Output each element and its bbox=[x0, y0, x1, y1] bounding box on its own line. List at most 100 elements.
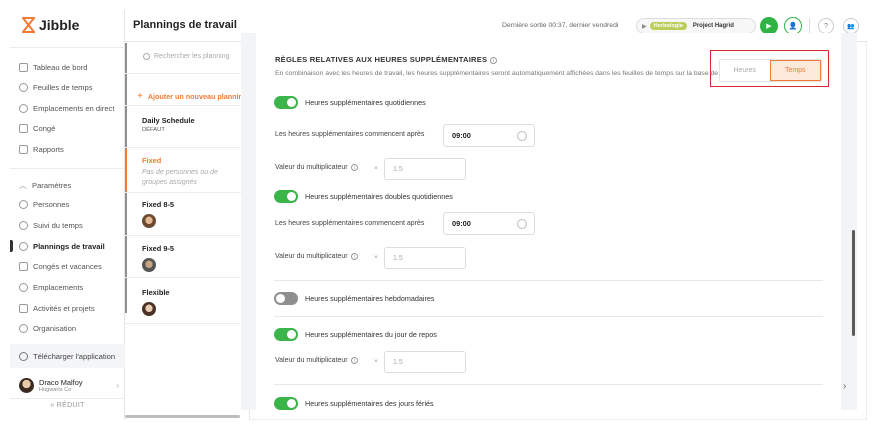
collapse-sidebar-button[interactable]: « RÉDUIT bbox=[10, 402, 125, 409]
people-icon: 👥 bbox=[847, 23, 855, 30]
avatar bbox=[142, 214, 156, 228]
daily-overtime-toggle[interactable] bbox=[274, 96, 298, 109]
download-app-button[interactable]: Télécharger l'application bbox=[10, 344, 125, 368]
info-icon[interactable]: i bbox=[350, 357, 358, 364]
overtime-mode-toggle: Heures Temps bbox=[719, 59, 822, 82]
jibble-logo-icon bbox=[22, 17, 35, 33]
public-holiday-overtime-toggle[interactable] bbox=[274, 397, 298, 410]
search-input[interactable]: Rechercher les planning bbox=[143, 53, 230, 60]
rule-daily-overtime: Heures supplémentaires quotidiennes bbox=[274, 96, 426, 109]
sidebar: Jibble Tableau de bord Feuilles de temps… bbox=[10, 10, 125, 420]
sidebar-item-people[interactable]: Personnes bbox=[19, 200, 69, 209]
location-pin-icon bbox=[19, 283, 28, 292]
schedule-item-fixed-9-5[interactable]: Fixed 9-5 bbox=[125, 244, 250, 272]
start-after-label: Les heures supplémentaires commencent ap… bbox=[275, 220, 425, 227]
play-small-icon: ▶ bbox=[642, 23, 647, 30]
user-name: Draco Malfoy bbox=[39, 377, 83, 387]
briefcase-icon bbox=[19, 124, 28, 133]
sidebar-item-live-locations[interactable]: Emplacements en direct bbox=[19, 104, 114, 113]
info-icon[interactable]: i bbox=[490, 57, 498, 64]
download-icon bbox=[19, 351, 28, 361]
schedule-list: Rechercher les planning + Ajouter un nou… bbox=[125, 43, 250, 420]
tag-icon bbox=[19, 304, 28, 313]
weekly-overtime-toggle[interactable] bbox=[274, 292, 298, 305]
last-out-status: Dernière sortie 00:37, dernier vendredi bbox=[502, 22, 619, 29]
divider bbox=[274, 384, 823, 385]
header-divider bbox=[809, 18, 810, 34]
sidebar-item-holidays[interactable]: Congés et vacances bbox=[19, 262, 102, 271]
clock-icon bbox=[517, 219, 527, 229]
horizontal-scrollbar[interactable] bbox=[125, 415, 240, 418]
multiplier-label: Valeur du multiplicateur i bbox=[275, 357, 358, 364]
sidebar-item-leave[interactable]: Congé bbox=[19, 124, 55, 133]
double-daily-start-time-input[interactable]: 09:00 bbox=[443, 212, 535, 235]
project-tag: Project Hagrid bbox=[692, 23, 734, 29]
sidebar-item-work-schedules[interactable]: Plannings de travail bbox=[19, 242, 105, 251]
schedule-item-daily[interactable]: Daily Schedule DÉFAUT bbox=[125, 116, 250, 133]
clock-icon bbox=[517, 131, 527, 141]
plus-icon: + bbox=[137, 91, 143, 102]
daily-start-time-input[interactable]: 09:00 bbox=[443, 124, 535, 147]
multiply-sign: × bbox=[374, 358, 378, 365]
avatar bbox=[142, 302, 156, 316]
stopwatch-icon bbox=[19, 221, 28, 230]
activity-tag: Herbologie bbox=[649, 22, 687, 30]
location-pin-icon bbox=[19, 104, 28, 113]
logo[interactable]: Jibble bbox=[22, 17, 79, 33]
schedule-item-fixed[interactable]: Fixed Pas de personnes ou de groupes ass… bbox=[125, 149, 250, 191]
main-scrollbar[interactable] bbox=[852, 230, 855, 336]
sidebar-item-settings[interactable]: ︿ Paramètres bbox=[19, 180, 71, 191]
double-daily-overtime-toggle[interactable] bbox=[274, 190, 298, 203]
rule-double-daily-overtime: Heures supplémentaires doubles quotidien… bbox=[274, 190, 453, 203]
timer-pill[interactable]: ▶ Herbologie Project Hagrid bbox=[636, 18, 756, 34]
section-description: En combinaison avec les heures de travai… bbox=[275, 70, 753, 77]
add-schedule-button[interactable]: + Ajouter un nouveau planning bbox=[137, 91, 247, 102]
divider bbox=[274, 316, 823, 317]
active-indicator bbox=[10, 240, 13, 252]
double-daily-multiplier-input[interactable]: 1.5 bbox=[384, 247, 466, 269]
multiplier-label: Valeur du multiplicateur i bbox=[275, 253, 358, 260]
info-icon[interactable]: i bbox=[350, 164, 358, 171]
user-icon: 👤 bbox=[788, 23, 798, 30]
rest-day-multiplier-input[interactable]: 1.5 bbox=[384, 351, 466, 373]
sidebar-item-locations[interactable]: Emplacements bbox=[19, 283, 83, 292]
user-menu[interactable]: Draco Malfoy Hogwarts Co › bbox=[19, 374, 119, 396]
clock-icon bbox=[19, 83, 28, 92]
rule-public-holiday-overtime: Heures supplémentaires des jours fériés bbox=[274, 397, 434, 410]
sidebar-item-timesheets[interactable]: Feuilles de temps bbox=[19, 83, 93, 92]
avatar bbox=[142, 258, 156, 272]
team-button[interactable]: 👥 bbox=[843, 18, 859, 34]
chevron-up-icon: ︿ bbox=[19, 181, 27, 190]
mode-option-time[interactable]: Temps bbox=[769, 60, 821, 81]
sun-icon bbox=[19, 242, 28, 251]
daily-multiplier-input[interactable]: 1.5 bbox=[384, 158, 466, 180]
question-icon: ? bbox=[824, 22, 828, 30]
rule-weekly-overtime: Heures supplémentaires hebdomadaires bbox=[274, 292, 434, 305]
info-icon[interactable]: i bbox=[350, 253, 358, 260]
dashboard-icon bbox=[19, 63, 28, 72]
people-icon bbox=[19, 200, 28, 209]
multiplier-label: Valeur du multiplicateur i bbox=[275, 164, 358, 171]
sidebar-item-organisation[interactable]: Organisation bbox=[19, 324, 76, 333]
chevron-right-icon: › bbox=[116, 380, 119, 390]
sidebar-item-dashboard[interactable]: Tableau de bord bbox=[19, 63, 87, 72]
start-after-label: Les heures supplémentaires commencent ap… bbox=[275, 131, 425, 138]
rule-rest-day-overtime: Heures supplémentaires du jour de repos bbox=[274, 328, 437, 341]
schedule-item-fixed-8-5[interactable]: Fixed 8-5 bbox=[125, 200, 250, 228]
multiply-sign: × bbox=[374, 165, 378, 172]
divider bbox=[274, 280, 823, 281]
sidebar-item-activities-projects[interactable]: Activités et projets bbox=[19, 304, 95, 313]
calendar-icon bbox=[19, 262, 28, 271]
user-org: Hogwarts Co bbox=[39, 386, 72, 393]
sidebar-item-time-tracking[interactable]: Suivi du temps bbox=[19, 221, 83, 230]
gear-icon bbox=[19, 324, 28, 333]
mode-option-hours[interactable]: Heures bbox=[720, 60, 770, 81]
app-name: Jibble bbox=[39, 17, 80, 33]
chevron-right-icon[interactable]: › bbox=[843, 381, 846, 392]
help-button[interactable]: ? bbox=[818, 18, 834, 34]
multiply-sign: × bbox=[374, 254, 378, 261]
page-title: Plannings de travail bbox=[133, 19, 237, 31]
sidebar-item-reports[interactable]: Rapports bbox=[19, 145, 64, 154]
rest-day-overtime-toggle[interactable] bbox=[274, 328, 298, 341]
schedule-item-flexible[interactable]: Flexible bbox=[125, 288, 250, 316]
